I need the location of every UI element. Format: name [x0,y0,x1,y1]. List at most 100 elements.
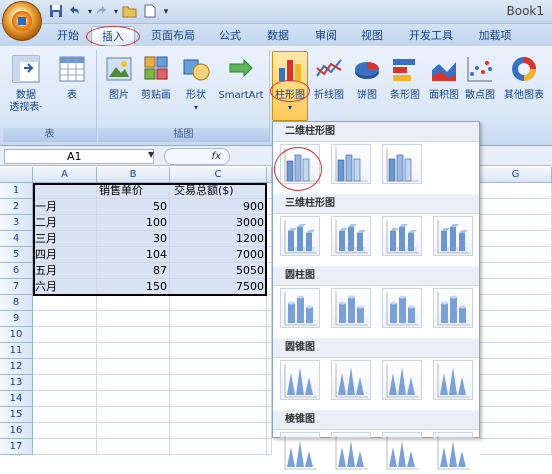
cell[interactable]: 900 [170,199,267,215]
cell[interactable] [170,295,267,311]
area-chart-button[interactable]: 面积图 [426,54,462,102]
clipart-button[interactable]: 剪贴画 [136,54,176,102]
cell[interactable]: 7500 [170,279,267,295]
row-header[interactable]: 1 [0,183,33,199]
cell[interactable]: 1200 [170,231,267,247]
cell[interactable] [480,183,552,199]
cell[interactable] [480,391,552,407]
cell[interactable] [480,263,552,279]
tab-page-layout[interactable]: 页面布局 [143,26,203,45]
cell[interactable] [480,407,552,423]
save-icon[interactable] [48,4,64,20]
gallery-item-3d-column[interactable] [382,216,422,256]
cell[interactable] [33,407,97,423]
cell[interactable] [33,439,97,455]
gallery-item-cylinder[interactable] [433,288,473,328]
row-header[interactable]: 11 [0,343,33,359]
row-header[interactable]: 2 [0,199,33,215]
cell[interactable] [170,343,267,359]
gallery-item-3d-column[interactable] [331,216,371,256]
pie-chart-button[interactable]: 饼图 [350,54,384,102]
cell[interactable] [480,423,552,439]
row-header[interactable]: 3 [0,215,33,231]
cell[interactable] [97,375,170,391]
smartart-button[interactable]: SmartArt [214,54,268,102]
cell[interactable] [480,327,552,343]
cell[interactable] [97,327,170,343]
cell[interactable] [480,439,552,455]
cell[interactable] [97,439,170,455]
new-icon[interactable] [142,4,158,20]
cell[interactable] [97,423,170,439]
select-all-corner[interactable] [0,167,33,183]
cell[interactable] [170,359,267,375]
row-header[interactable]: 4 [0,231,33,247]
gallery-item-3d-column[interactable] [280,216,320,256]
gallery-item-pyramid[interactable] [433,432,473,470]
row-header[interactable]: 14 [0,391,33,407]
open-icon[interactable] [122,4,138,20]
cell[interactable]: 四月 [33,247,97,263]
gallery-item-cylinder[interactable] [382,288,422,328]
cell[interactable] [33,359,97,375]
cell[interactable] [170,407,267,423]
name-box-dropdown-icon[interactable]: ▼ [148,150,154,159]
cell[interactable] [97,343,170,359]
name-box[interactable]: A1 [4,149,154,164]
gallery-item-cone[interactable] [382,360,422,400]
row-header[interactable]: 17 [0,439,33,455]
row-header[interactable]: 15 [0,407,33,423]
tab-developer[interactable]: 开发工具 [400,26,462,45]
cell[interactable] [97,311,170,327]
picture-button[interactable]: 图片 [102,54,136,102]
scatter-chart-button[interactable]: 散点图 [462,54,498,102]
cell[interactable] [33,183,97,199]
cell[interactable]: 5050 [170,263,267,279]
gallery-item-cone[interactable] [280,360,320,400]
cell[interactable] [33,343,97,359]
row-header[interactable]: 6 [0,263,33,279]
cell[interactable] [480,295,552,311]
cell[interactable] [97,295,170,311]
column-header-a[interactable]: A [33,167,97,183]
cell[interactable] [33,375,97,391]
gallery-item-cone[interactable] [433,360,473,400]
bar-chart-button[interactable]: 条形图 [386,54,424,102]
tab-addins[interactable]: 加载项 [470,26,520,45]
line-chart-button[interactable]: 折线图 [310,54,348,102]
cell[interactable]: 一月 [33,199,97,215]
cell[interactable] [97,359,170,375]
cell[interactable] [480,359,552,375]
cell[interactable]: 87 [97,263,170,279]
cell[interactable]: 150 [97,279,170,295]
row-header[interactable]: 12 [0,359,33,375]
cell[interactable] [267,439,272,455]
row-header[interactable]: 10 [0,327,33,343]
cell[interactable]: 交易总额($) [170,183,267,199]
cell[interactable] [33,327,97,343]
gallery-item-cylinder[interactable] [331,288,371,328]
column-header-g[interactable]: G [480,167,552,183]
row-header[interactable]: 9 [0,311,33,327]
cell[interactable]: 30 [97,231,170,247]
cell[interactable] [33,295,97,311]
cell[interactable]: 五月 [33,263,97,279]
cell[interactable] [480,247,552,263]
cell[interactable]: 三月 [33,231,97,247]
cell[interactable]: 3000 [170,215,267,231]
gallery-item-pyramid[interactable] [280,432,320,470]
other-charts-button[interactable]: 其他图表 [499,54,549,102]
gallery-item-3d-column[interactable] [433,216,473,256]
cell[interactable]: 104 [97,247,170,263]
undo-icon[interactable] [66,4,82,20]
table-button[interactable]: 表 [54,54,90,102]
cell[interactable] [33,311,97,327]
cell[interactable] [170,327,267,343]
column-header-b[interactable]: B [97,167,170,183]
gallery-item-cylinder[interactable] [280,288,320,328]
cell[interactable] [480,343,552,359]
office-button[interactable] [2,1,42,41]
cell[interactable] [33,423,97,439]
cell[interactable] [170,439,267,455]
cell[interactable]: 六月 [33,279,97,295]
